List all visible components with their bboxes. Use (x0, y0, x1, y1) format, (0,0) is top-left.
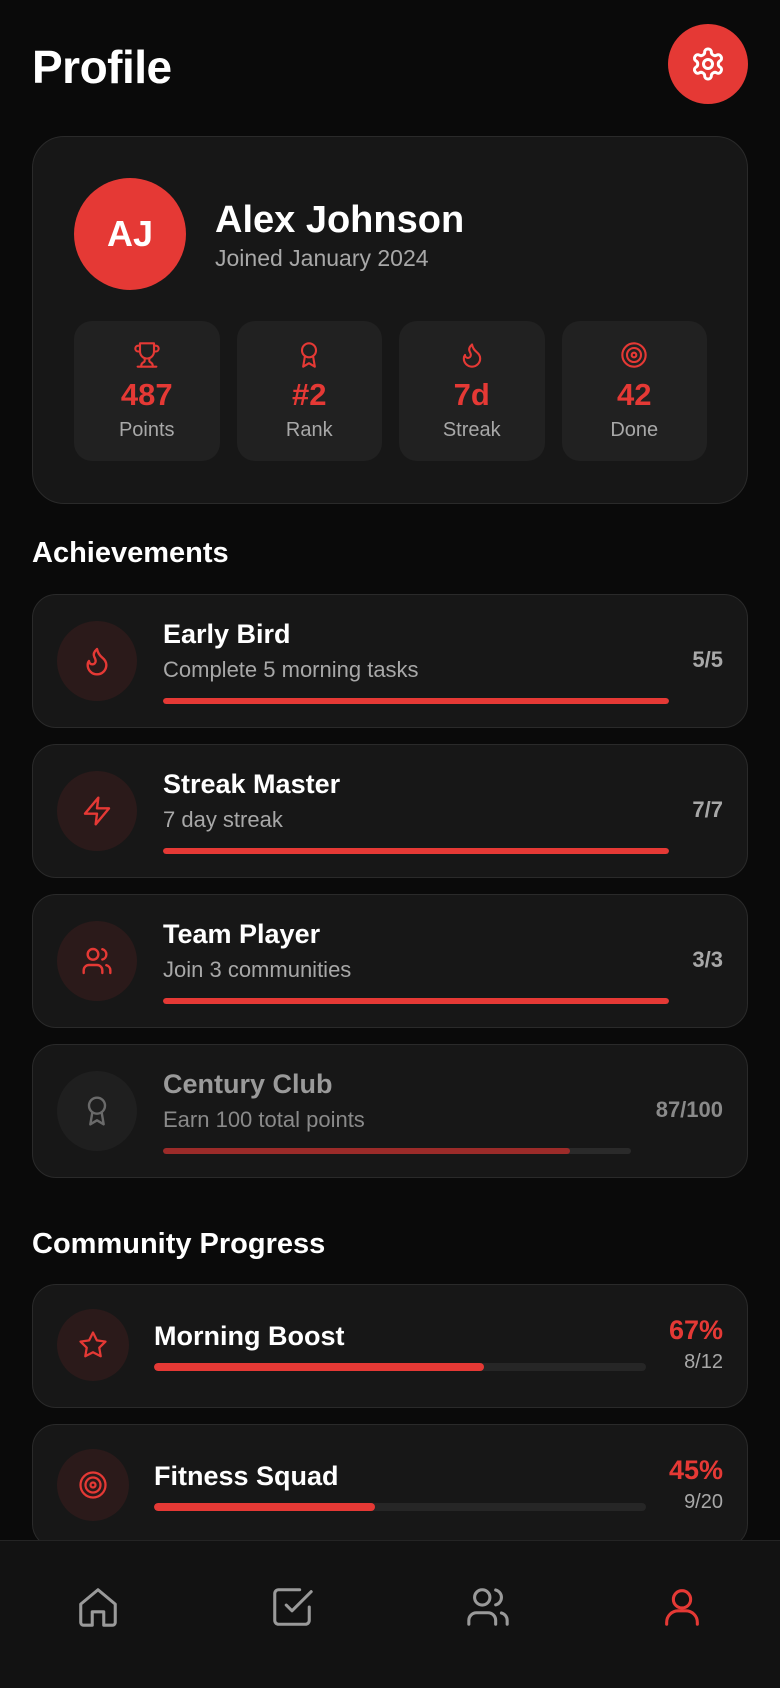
stat-label: Done (610, 419, 659, 441)
achievement-progress-fill (163, 698, 669, 704)
stat-label: Points (118, 419, 175, 441)
achievement-count: 87/100 (655, 1097, 723, 1122)
achievement-progress-track (163, 1148, 631, 1154)
joined-date: Joined January 2024 (215, 245, 429, 271)
achievement-icon-wrap (57, 621, 137, 701)
stat-value: #2 (292, 377, 327, 412)
bottom-nav (0, 1540, 780, 1688)
home-icon (79, 1588, 117, 1627)
community-percent: 67% (668, 1315, 723, 1345)
achievement-icon-wrap (57, 1071, 137, 1151)
achievement-desc: Join 3 communities (163, 957, 352, 982)
achievement-desc: 7 day streak (163, 807, 283, 832)
achievement-desc: Earn 100 total points (163, 1107, 365, 1132)
community-name: Morning Boost (154, 1321, 345, 1351)
community-count: 9/20 (684, 1491, 723, 1513)
star-icon (79, 1331, 107, 1358)
achievement-progress-track (163, 848, 669, 854)
achievement-count: 7/7 (692, 797, 723, 822)
avatar[interactable]: AJ (74, 178, 186, 290)
community-card-fitness-squad[interactable]: Fitness Squad 45% 9/20 (32, 1424, 748, 1540)
stat-label: Rank (285, 419, 333, 441)
profile-screen[interactable]: Profile AJ Alex Johnson Joined January 2… (0, 0, 780, 1540)
award-icon (301, 342, 318, 368)
achievement-title: Early Bird (163, 619, 291, 649)
users-icon (82, 947, 112, 975)
achievement-progress-track (163, 698, 669, 704)
community-progress-track (154, 1503, 646, 1511)
achievement-progress-track (163, 998, 669, 1004)
stat-rank: #2 Rank (236, 321, 382, 461)
achievement-icon-wrap (57, 921, 137, 1001)
community-progress-fill (154, 1503, 376, 1511)
achievement-progress-fill (163, 1148, 571, 1154)
stat-value: 487 (120, 377, 173, 412)
nav-community[interactable] (458, 1577, 518, 1637)
achievement-progress-fill (163, 998, 669, 1004)
community-name: Fitness Squad (154, 1461, 339, 1491)
flame-icon (86, 647, 108, 676)
profile-icon (665, 1589, 699, 1626)
stat-done: 42 Done (561, 321, 707, 461)
achievement-desc: Complete 5 morning tasks (163, 657, 419, 682)
tasks-icon (273, 1588, 313, 1626)
community-icon (467, 1588, 509, 1626)
stat-value: 42 (617, 377, 652, 412)
achievement-card-early-bird[interactable]: Early Bird Complete 5 morning tasks 5/5 (32, 594, 748, 728)
stats-row: 487 Points #2 Rank 7d Streak 42 Done (74, 321, 707, 461)
target-icon (621, 342, 647, 368)
achievement-count: 5/5 (692, 647, 723, 672)
achievements-heading: Achievements (32, 537, 229, 569)
achievement-card-streak-master[interactable]: Streak Master 7 day streak 7/7 (32, 744, 748, 878)
community-count: 8/12 (684, 1351, 723, 1373)
gear-icon (693, 47, 723, 81)
target-icon (79, 1471, 107, 1499)
achievement-title: Team Player (163, 919, 321, 949)
achievement-title: Century Club (163, 1069, 333, 1099)
trophy-icon (134, 342, 160, 368)
settings-button[interactable] (668, 24, 748, 104)
community-percent: 45% (668, 1455, 723, 1485)
stat-streak: 7d Streak (399, 321, 545, 461)
community-progress-fill (154, 1363, 484, 1371)
community-card-morning-boost[interactable]: Morning Boost 67% 8/12 (32, 1284, 748, 1408)
achievement-card-century-club[interactable]: Century Club Earn 100 total points 87/10… (32, 1044, 748, 1178)
community-icon-wrap (57, 1449, 129, 1521)
flame-icon (462, 343, 481, 368)
nav-home[interactable] (68, 1577, 128, 1637)
page-title: Profile (32, 41, 172, 93)
community-progress-track (154, 1363, 646, 1371)
lightning-icon (83, 796, 111, 826)
achievement-progress-fill (163, 848, 669, 854)
achievement-title: Streak Master (163, 769, 341, 799)
user-name: Alex Johnson (215, 199, 465, 241)
achievement-count: 3/3 (692, 947, 723, 972)
nav-profile[interactable] (652, 1577, 712, 1637)
award-icon (87, 1096, 107, 1126)
profile-card: AJ Alex Johnson Joined January 2024 487 … (32, 136, 748, 504)
nav-tasks[interactable] (262, 1577, 322, 1637)
achievement-card-team-player[interactable]: Team Player Join 3 communities 3/3 (32, 894, 748, 1028)
stat-label: Streak (442, 419, 501, 441)
stat-points: 487 Points (74, 321, 220, 461)
community-progress-heading: Community Progress (32, 1228, 326, 1260)
stat-value: 7d (453, 377, 490, 412)
achievement-icon-wrap (57, 771, 137, 851)
community-icon-wrap (57, 1309, 129, 1381)
header: Profile (32, 24, 748, 120)
